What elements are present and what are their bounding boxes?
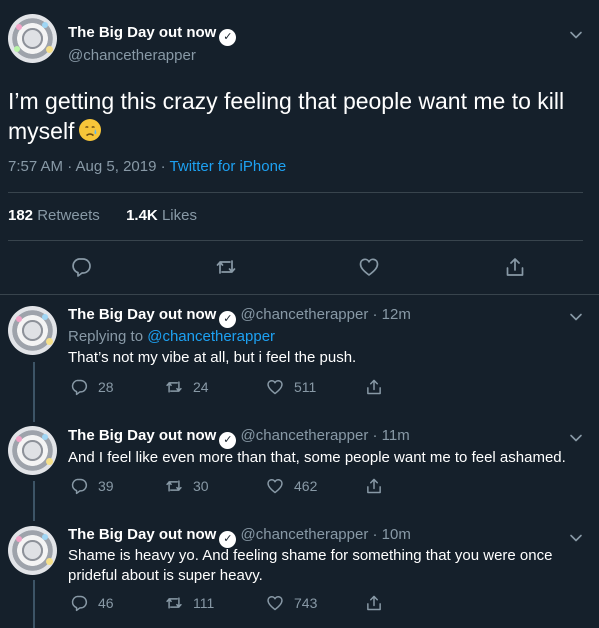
replying-to-link[interactable]: @chancetherapper: [147, 328, 275, 345]
retweet-count: 30: [193, 478, 209, 494]
divider: [8, 192, 583, 193]
share-button[interactable]: [365, 594, 393, 612]
share-button[interactable]: [365, 477, 393, 495]
thread-connector: [33, 481, 35, 521]
reply-button[interactable]: 39: [70, 477, 114, 495]
like-count: 462: [294, 478, 318, 494]
tweet-meta: 7:57 AM · Aug 5, 2019 · Twitter for iPho…: [8, 158, 287, 175]
reply-button[interactable]: 46: [70, 594, 114, 612]
chevron-down-icon[interactable]: [569, 28, 583, 42]
author-handle-time[interactable]: @chancetherapper · 10m: [241, 526, 411, 543]
like-icon[interactable]: [358, 256, 380, 278]
author-handle-time[interactable]: @chancetherapper · 12m: [241, 306, 411, 323]
author-handle[interactable]: @chancetherapper: [68, 46, 236, 66]
reply-count: 46: [98, 595, 114, 611]
share-icon[interactable]: [504, 256, 526, 278]
reply-header: The Big Day out now ✓ @chancetherapper · …: [68, 525, 411, 548]
author-name[interactable]: The Big Day out now ✓: [68, 526, 237, 548]
avatar[interactable]: [8, 14, 57, 63]
reply-text: And I feel like even more than that, som…: [68, 449, 566, 466]
verified-badge-icon: ✓: [219, 311, 237, 328]
reply-count: 28: [98, 379, 114, 395]
tweet-header: The Big Day out now ✓ @chancetherapper: [68, 23, 237, 66]
reply-header: The Big Day out now ✓ @chancetherapper · …: [68, 305, 411, 328]
tweet-stats: 182 Retweets 1.4K Likes: [8, 207, 197, 224]
tweet-timestamp[interactable]: 7:57 AM · Aug 5, 2019: [8, 158, 156, 175]
reply-text: That’s not my vibe at all, but i feel th…: [68, 349, 357, 366]
avatar[interactable]: [8, 526, 57, 575]
tweet-source-link[interactable]: Twitter for iPhone: [170, 158, 287, 175]
like-count: 511: [294, 379, 317, 395]
divider: [0, 294, 599, 295]
like-button[interactable]: 743: [266, 594, 317, 612]
thread-connector: [33, 580, 35, 628]
likes-stat[interactable]: 1.4K Likes: [126, 207, 197, 224]
avatar[interactable]: [8, 426, 57, 475]
reply-count: 39: [98, 478, 114, 494]
like-count: 743: [294, 595, 318, 611]
avatar[interactable]: [8, 306, 57, 355]
retweet-button[interactable]: 24: [165, 378, 209, 396]
reply-header: The Big Day out now ✓ @chancetherapper · …: [68, 426, 410, 449]
tweet-text: I’m getting this crazy feeling that peop…: [8, 88, 565, 144]
divider: [8, 240, 583, 241]
verified-badge-icon: ✓: [219, 29, 237, 46]
retweet-count: 111: [193, 595, 215, 611]
retweet-button[interactable]: 111: [165, 594, 214, 612]
chevron-down-icon[interactable]: [569, 431, 583, 445]
author-handle-time[interactable]: @chancetherapper · 11m: [241, 427, 410, 444]
crying-face-icon: [78, 118, 102, 142]
chevron-down-icon[interactable]: [569, 531, 583, 545]
author-name[interactable]: The Big Day out now ✓: [68, 306, 237, 328]
author-name[interactable]: The Big Day out now ✓: [68, 23, 237, 46]
chevron-down-icon[interactable]: [569, 310, 583, 324]
reply-text: Shame is heavy yo. And feeling shame for…: [68, 547, 553, 584]
retweet-button[interactable]: 30: [165, 477, 209, 495]
retweets-stat[interactable]: 182 Retweets: [8, 207, 100, 224]
reply-icon[interactable]: [70, 256, 92, 278]
share-button[interactable]: [365, 378, 393, 396]
retweet-count: 24: [193, 379, 209, 395]
reply-button[interactable]: 28: [70, 378, 114, 396]
retweet-icon[interactable]: [215, 256, 237, 278]
thread-connector: [33, 362, 35, 422]
like-button[interactable]: 462: [266, 477, 317, 495]
verified-badge-icon: ✓: [219, 432, 237, 449]
replying-to: Replying to @chancetherapper: [68, 328, 276, 345]
like-button[interactable]: 511: [266, 378, 316, 396]
author-name[interactable]: The Big Day out now ✓: [68, 427, 237, 449]
